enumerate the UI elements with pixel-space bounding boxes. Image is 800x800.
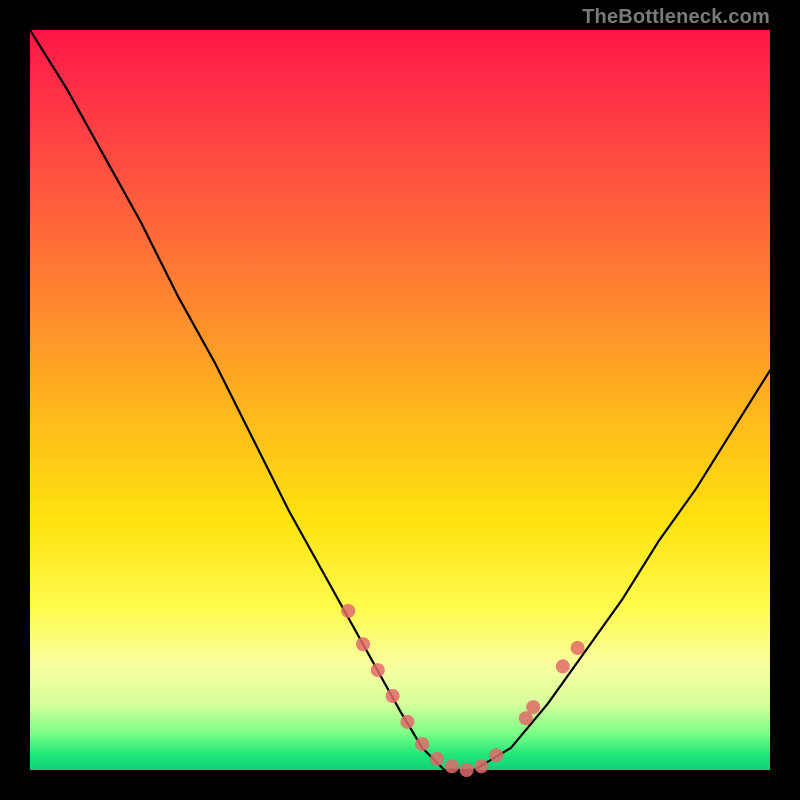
- marker-dot: [415, 737, 429, 751]
- marker-group: [341, 604, 584, 777]
- marker-dot: [526, 700, 540, 714]
- marker-dot: [341, 604, 355, 618]
- marker-dot: [474, 759, 488, 773]
- marker-dot: [386, 689, 400, 703]
- marker-dot: [445, 759, 459, 773]
- curve-path: [30, 30, 770, 770]
- marker-dot: [430, 752, 444, 766]
- marker-dot: [371, 663, 385, 677]
- marker-dot: [489, 748, 503, 762]
- chart-frame: TheBottleneck.com: [0, 0, 800, 800]
- marker-dot: [460, 763, 474, 777]
- marker-dot: [571, 641, 585, 655]
- marker-dot: [356, 637, 370, 651]
- chart-svg: [30, 30, 770, 770]
- watermark-text: TheBottleneck.com: [582, 6, 770, 29]
- marker-dot: [400, 715, 414, 729]
- marker-dot: [556, 659, 570, 673]
